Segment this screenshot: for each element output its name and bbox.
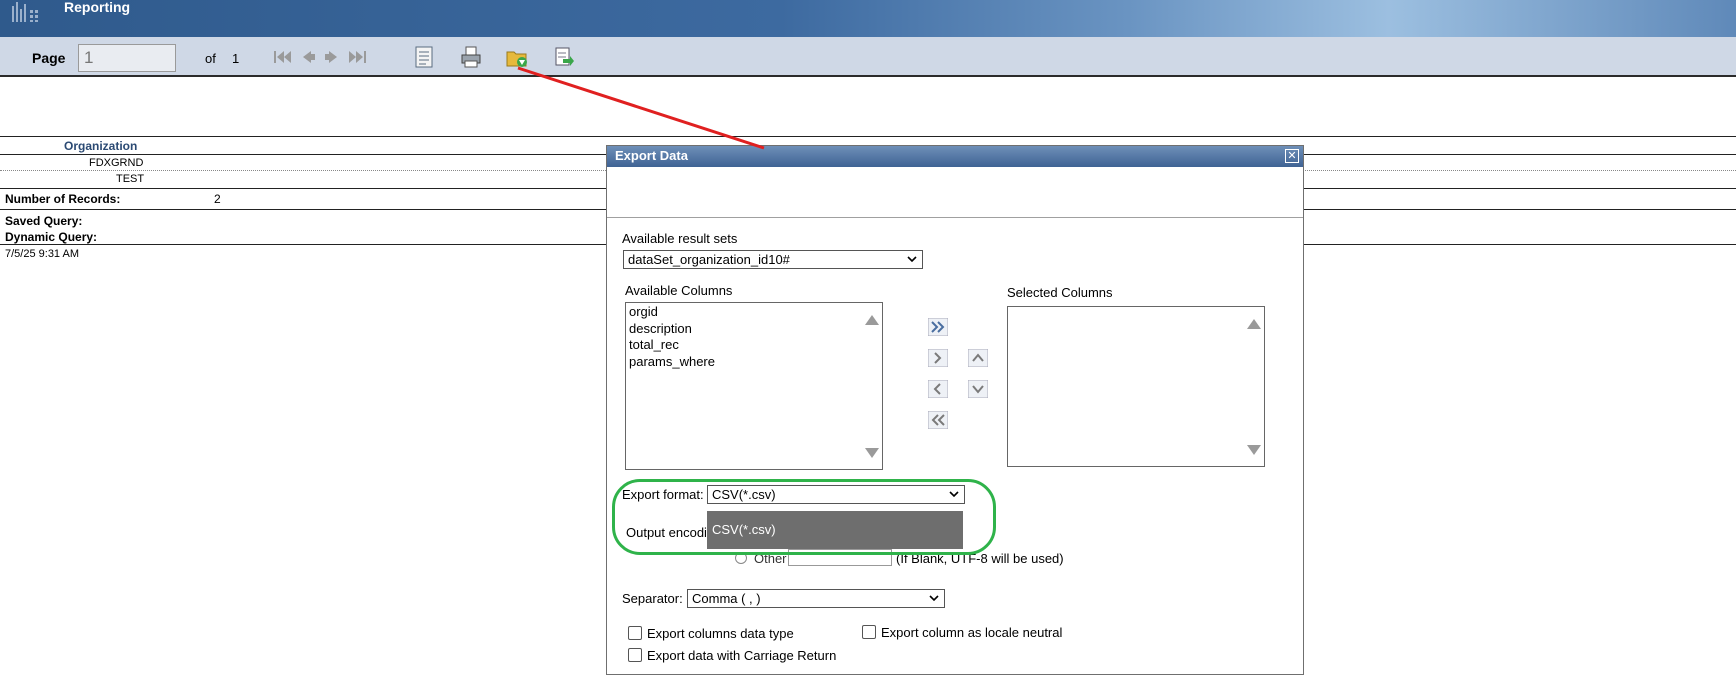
total-pages: 1 bbox=[232, 51, 240, 66]
export-data-dialog: Export Data ✕ Available result sets data… bbox=[606, 145, 1304, 675]
dynamic-query-label: Dynamic Query: bbox=[5, 230, 98, 244]
saved-query-label: Saved Query: bbox=[5, 214, 83, 228]
first-page-icon[interactable] bbox=[272, 49, 292, 65]
locale-neutral-label: Export column as locale neutral bbox=[881, 625, 1063, 640]
export-report-icon[interactable] bbox=[553, 45, 575, 69]
export-column-types-checkbox[interactable] bbox=[628, 626, 642, 640]
encoding-other-radio[interactable] bbox=[735, 552, 747, 564]
report-timestamp: 7/5/25 9:31 AM bbox=[5, 248, 79, 260]
export-column-types-label: Export columns data type bbox=[647, 626, 794, 641]
move-down-icon[interactable] bbox=[968, 380, 988, 398]
locale-neutral-checkbox[interactable] bbox=[862, 625, 876, 639]
page-number-input[interactable] bbox=[78, 44, 176, 72]
export-data-icon[interactable] bbox=[506, 45, 528, 69]
dialog-separator bbox=[607, 217, 1303, 218]
result-set-select[interactable]: dataSet_organization_id10# bbox=[623, 250, 923, 269]
export-format-label: Export format: bbox=[622, 487, 704, 502]
scroll-down-icon[interactable] bbox=[1247, 445, 1261, 455]
app-banner: Reporting bbox=[0, 0, 1736, 37]
records-count-value: 2 bbox=[214, 192, 221, 206]
move-up-icon[interactable] bbox=[968, 349, 988, 367]
carriage-return-label: Export data with Carriage Return bbox=[647, 648, 837, 663]
scroll-up-icon[interactable] bbox=[865, 315, 879, 325]
toc-icon[interactable] bbox=[413, 45, 435, 69]
prev-page-icon[interactable] bbox=[298, 49, 318, 65]
selected-columns-label: Selected Columns bbox=[1007, 285, 1113, 300]
report-divider bbox=[0, 136, 1736, 137]
export-format-select[interactable]: CSV(*.csv) bbox=[707, 485, 965, 504]
export-format-dropdown-option[interactable]: CSV(*.csv) bbox=[707, 511, 963, 549]
app-logo-icon bbox=[12, 2, 38, 22]
last-page-icon[interactable] bbox=[348, 49, 368, 65]
dialog-titlebar[interactable]: Export Data ✕ bbox=[607, 146, 1303, 167]
table-row: FDXGRND bbox=[89, 157, 144, 169]
move-all-right-icon[interactable] bbox=[928, 318, 948, 336]
separator-value: Comma ( , ) bbox=[692, 591, 761, 606]
records-count-label: Number of Records: bbox=[5, 192, 121, 206]
available-columns-label: Available Columns bbox=[625, 283, 733, 298]
available-columns-list[interactable]: orgid description total_rec params_where bbox=[625, 302, 883, 470]
scroll-down-icon[interactable] bbox=[865, 448, 879, 458]
close-icon[interactable]: ✕ bbox=[1285, 149, 1299, 163]
list-item[interactable]: total_rec bbox=[629, 337, 679, 352]
separator-label: Separator: bbox=[622, 591, 683, 606]
list-item[interactable]: orgid bbox=[629, 304, 658, 319]
selected-columns-list[interactable] bbox=[1007, 306, 1265, 467]
chevron-down-icon bbox=[929, 595, 939, 602]
other-label: Other bbox=[754, 551, 787, 566]
chevron-down-icon bbox=[907, 256, 917, 263]
page-label: Page bbox=[32, 50, 66, 66]
chevron-down-icon bbox=[949, 491, 959, 498]
of-label: of bbox=[205, 51, 216, 66]
encoding-hint: (If Blank, UTF-8 will be used) bbox=[896, 551, 1064, 566]
column-header-organization: Organization bbox=[64, 139, 138, 153]
result-sets-label: Available result sets bbox=[622, 231, 738, 246]
table-row: TEST bbox=[116, 173, 145, 185]
other-encoding-input[interactable] bbox=[788, 549, 892, 566]
move-left-icon[interactable] bbox=[928, 380, 948, 398]
report-toolbar: Page of 1 bbox=[0, 37, 1736, 77]
carriage-return-checkbox[interactable] bbox=[628, 648, 642, 662]
export-format-value: CSV(*.csv) bbox=[712, 487, 776, 502]
move-right-icon[interactable] bbox=[928, 349, 948, 367]
dialog-title: Export Data bbox=[615, 148, 688, 163]
separator-select[interactable]: Comma ( , ) bbox=[687, 589, 945, 608]
list-item[interactable]: params_where bbox=[629, 354, 715, 369]
app-title: Reporting bbox=[64, 0, 131, 15]
print-icon[interactable] bbox=[460, 45, 482, 69]
scroll-up-icon[interactable] bbox=[1247, 319, 1261, 329]
output-encoding-label: Output encodi bbox=[626, 525, 707, 540]
move-all-left-icon[interactable] bbox=[928, 411, 948, 429]
list-item[interactable]: description bbox=[629, 321, 692, 336]
next-page-icon[interactable] bbox=[322, 49, 342, 65]
result-set-value: dataSet_organization_id10# bbox=[628, 252, 790, 267]
